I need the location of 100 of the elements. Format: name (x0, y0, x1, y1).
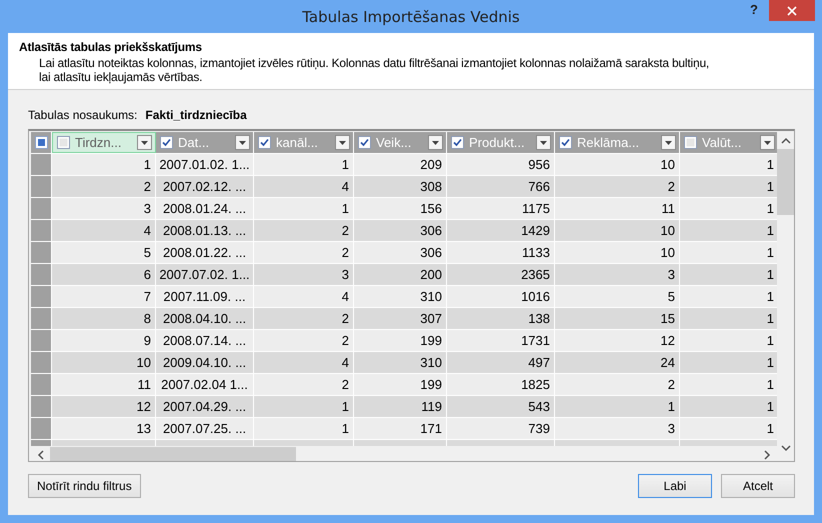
table-cell: 119 (421, 399, 442, 414)
filter-dropdown[interactable] (661, 135, 676, 150)
column-checkbox[interactable] (451, 136, 464, 149)
table-cell: 6 (144, 267, 151, 282)
column-checkbox[interactable] (258, 136, 271, 149)
row-header[interactable] (31, 418, 52, 439)
table-cell: 2 (342, 311, 349, 326)
table-row[interactable]: 3 2008.01.24. ... 1 156 1175 11 1 (31, 197, 777, 219)
table-cell: 2008.07.14. ... (162, 333, 246, 348)
row-header[interactable] (31, 198, 52, 219)
table-cell: 9 (144, 333, 151, 348)
column-checkbox[interactable] (358, 136, 371, 149)
table-row[interactable]: 1 2007.01.02. 1... 1 209 956 10 1 (31, 153, 777, 175)
filter-dropdown[interactable] (235, 135, 250, 150)
column-label: Reklāma... (577, 135, 640, 150)
table-cell: 11 (138, 377, 151, 392)
select-all-checkbox[interactable] (34, 136, 48, 149)
close-icon[interactable] (787, 6, 797, 16)
table-cell: 4 (144, 223, 151, 238)
table-row[interactable]: 12 2007.04.29. ... 1 119 543 1 1 (31, 395, 777, 417)
dropdown-arrow-icon[interactable] (239, 140, 246, 144)
table-cell: 2007.07.02. 1... (159, 267, 250, 282)
table-cell: 2 (342, 377, 349, 392)
filter-dropdown[interactable] (335, 135, 350, 150)
close-button[interactable] (769, 0, 815, 21)
table-cell: 497 (528, 355, 550, 370)
row-header[interactable] (31, 154, 52, 175)
dialog-button[interactable]: Atcelt (721, 474, 795, 498)
table-cell: 2008.01.24. ... (162, 201, 246, 216)
dropdown-arrow-icon[interactable] (339, 140, 346, 144)
table-cell: 1 (766, 355, 774, 370)
table-row[interactable]: 13 2007.07.25. ... 1 171 739 3 1 (31, 417, 777, 439)
row-header[interactable] (31, 176, 52, 197)
row-header[interactable] (31, 286, 52, 307)
table-cell: 307 (420, 311, 442, 326)
row-header[interactable] (31, 374, 52, 395)
table-cell: 2009.04.10. ... (162, 355, 246, 370)
table-cell: 200 (420, 267, 442, 282)
column-checkbox[interactable] (160, 136, 173, 149)
table-cell: 1 (766, 333, 774, 348)
row-header[interactable] (31, 242, 52, 263)
table-cell: 10 (660, 245, 675, 260)
table-cell: 2 (342, 245, 349, 260)
row-header[interactable] (31, 352, 52, 373)
column-checkbox[interactable] (559, 136, 572, 149)
window-title: Tabulas Importēšanas Vednis (302, 8, 520, 26)
table-cell: 1 (342, 421, 349, 436)
dropdown-arrow-icon[interactable] (540, 140, 547, 144)
table-row[interactable]: 5 2008.01.22. ... 2 306 1133 10 1 (31, 241, 777, 263)
table-cell: 10 (660, 157, 675, 172)
table-row[interactable]: 4 2008.01.13. ... 2 306 1429 10 1 (31, 219, 777, 241)
row-header[interactable] (31, 396, 52, 417)
dropdown-arrow-icon[interactable] (432, 140, 439, 144)
column-label: Tirdzn... (75, 135, 122, 150)
table-cell: 7 (144, 289, 151, 304)
column-header[interactable]: Tirdzn... (52, 132, 156, 153)
filter-dropdown[interactable] (536, 135, 551, 150)
table-cell: 1 (766, 289, 774, 304)
table-row[interactable]: 11 2007.02.04 1... 2 199 1825 2 1 (31, 373, 777, 395)
table-cell: 2 (342, 333, 349, 348)
table-row[interactable]: 7 2007.11.09. ... 4 310 1016 5 1 (31, 285, 777, 307)
table-row[interactable]: 8 2008.04.10. ... 2 307 138 15 1 (31, 307, 777, 329)
table-row[interactable]: 6 2007.07.02. 1... 3 200 2365 3 1 (31, 263, 777, 285)
row-header[interactable] (31, 220, 52, 241)
filter-dropdown[interactable] (428, 135, 443, 150)
table-cell: 306 (420, 223, 442, 238)
row-header[interactable] (31, 330, 52, 351)
table-cell: 4 (342, 355, 349, 370)
table-cell: 3 (668, 421, 675, 436)
row-header[interactable] (31, 264, 52, 285)
filter-dropdown[interactable] (760, 135, 775, 150)
table-cell: 2365 (521, 267, 550, 282)
column-checkbox[interactable] (684, 136, 697, 149)
scrollbar-thumb[interactable] (50, 447, 296, 461)
help-button[interactable]: ? (746, 2, 762, 17)
table-cell: 739 (528, 421, 550, 436)
table-cell: 15 (660, 311, 675, 326)
filter-dropdown[interactable] (137, 135, 152, 150)
dropdown-arrow-icon[interactable] (665, 140, 672, 144)
table-cell: 24 (660, 355, 675, 370)
dropdown-arrow-icon[interactable] (764, 140, 771, 144)
column-checkbox[interactable] (57, 136, 70, 149)
dialog-button[interactable]: Notīrīt rindu filtrus (28, 474, 141, 498)
dialog-button[interactable]: Labi (638, 474, 712, 498)
column-label: Valūt... (702, 135, 743, 150)
table-cell: 1175 (522, 201, 550, 216)
scrollbar-thumb[interactable] (777, 149, 794, 215)
table-cell: 1 (766, 311, 774, 326)
header-description: Lai atlasītu noteiktas kolonnas, izmantojiet izvēles rūtiņu. Kolonnas datu filtrēšanai izmantojiet kolonnas nolaižamā saraksta bultiņu, lai atlasītu iekļaujamās vērtības. (38, 56, 710, 84)
table-row[interactable]: 9 2008.07.14. ... 2 199 1731 12 1 (31, 329, 777, 351)
table-cell: 10 (136, 355, 151, 370)
row-header[interactable] (31, 308, 52, 329)
table-cell: 310 (420, 355, 442, 370)
table-row[interactable]: 2 2007.02.12. ... 4 308 766 2 1 (31, 175, 777, 197)
table-row[interactable]: 10 2009.04.10. ... 4 310 497 24 1 (31, 351, 777, 373)
table-cell: 1 (766, 201, 774, 216)
column-label: Produkt... (469, 135, 526, 150)
table-cell: 1 (766, 377, 774, 392)
dropdown-arrow-icon[interactable] (141, 140, 148, 144)
table-cell: 1 (342, 157, 349, 172)
